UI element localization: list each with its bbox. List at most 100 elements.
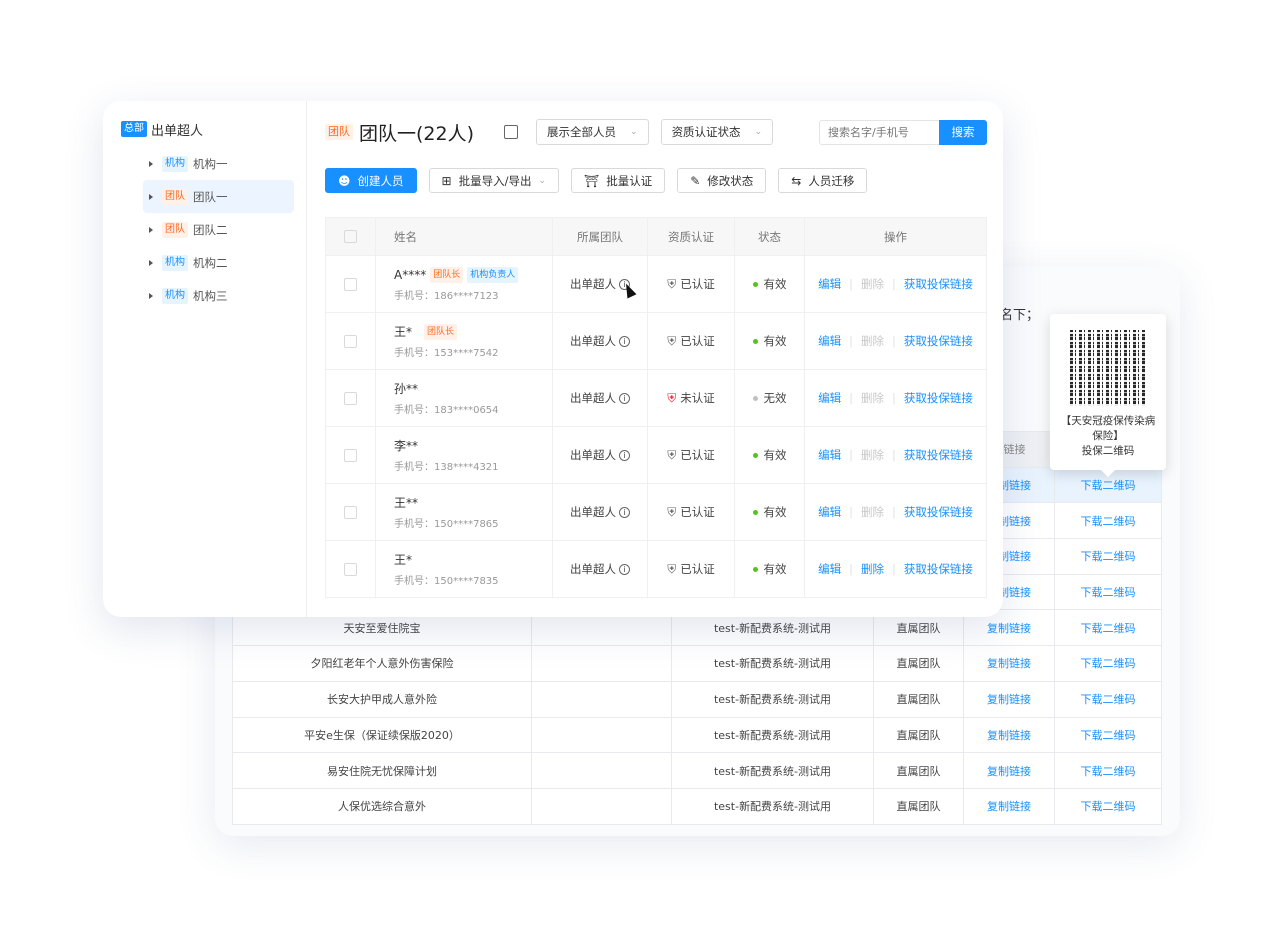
edit-icon[interactable] [504, 125, 519, 139]
table-row: 王* 手机号：150****7835 出单超人 i ⛨ 已认证 有效 编辑 | 删除 | 获取… [325, 540, 987, 598]
download-qr-link[interactable]: 下载二维码 [1054, 752, 1162, 789]
node-type-tag: 机构 [162, 287, 188, 304]
node-type-tag: 团队 [162, 188, 188, 205]
copy-link[interactable]: 复制链接 [963, 787, 1055, 825]
staff-filter-select[interactable]: 展示全部人员 ⌄ [536, 119, 649, 145]
delete-link[interactable]: 删除 [861, 334, 884, 348]
col-actions: 操作 [804, 217, 987, 256]
edit-link[interactable]: 编辑 [818, 448, 841, 462]
edit-link[interactable]: 编辑 [818, 334, 841, 348]
tree-item[interactable]: 机构 机构三 [143, 279, 294, 312]
row-checkbox[interactable] [344, 448, 357, 462]
tree-item-label: 团队二 [193, 222, 228, 237]
cert-status-select[interactable]: 资质认证状态 ⌄ [660, 119, 774, 145]
copy-link[interactable]: 复制链接 [963, 645, 1055, 682]
modify-status-label: 修改状态 [707, 173, 754, 188]
team: 直属团队 [873, 716, 964, 754]
get-link[interactable]: 获取投保链接 [904, 277, 973, 291]
edit-link[interactable]: 编辑 [818, 277, 841, 291]
tree-item-label: 机构三 [193, 288, 228, 303]
copy-link[interactable]: 复制链接 [963, 752, 1055, 789]
info-icon[interactable]: i [619, 336, 630, 347]
download-qr-link[interactable]: 下载二维码 [1054, 787, 1162, 825]
get-link[interactable]: 获取投保链接 [904, 448, 973, 462]
row-checkbox[interactable] [344, 277, 357, 291]
get-link[interactable]: 获取投保链接 [904, 334, 973, 348]
staff-filter-value: 展示全部人员 [547, 125, 617, 139]
edit-link[interactable]: 编辑 [818, 562, 841, 576]
info-icon[interactable]: i [619, 507, 630, 518]
batch-certify-button[interactable]: ⛩ 批量认证 [571, 168, 666, 193]
migrate-staff-button[interactable]: ⇆ 人员迁移 [778, 168, 868, 193]
product-name: 人保优选综合意外 [232, 787, 532, 825]
team: 直属团队 [873, 787, 964, 825]
channel: test-新配费系统-测试用 [671, 752, 874, 789]
row-checkbox[interactable] [344, 562, 357, 576]
search-input[interactable] [819, 119, 939, 145]
tree-item[interactable]: 机构 机构二 [143, 246, 294, 279]
create-staff-button[interactable]: ☻ 创建人员 [325, 168, 417, 193]
staff-phone: 手机号：153****7542 [394, 348, 499, 359]
delete-link[interactable]: 删除 [861, 562, 884, 576]
status-text: 有效 [763, 334, 787, 348]
row-checkbox[interactable] [344, 334, 357, 348]
staff-name: 李** [394, 439, 419, 453]
caret-right-icon [149, 292, 153, 299]
staff-phone: 手机号：186****7123 [394, 290, 499, 302]
team-name: 出单超人 [570, 277, 616, 291]
node-type-tag: 机构 [162, 155, 188, 172]
cert-status: 已认证 [680, 505, 715, 519]
delete-link[interactable]: 删除 [861, 391, 884, 405]
row-checkbox[interactable] [344, 391, 357, 405]
download-qr-link[interactable]: 下载二维码 [1054, 573, 1162, 611]
cert-status: 未认证 [680, 391, 715, 405]
edit-link[interactable]: 编辑 [818, 505, 841, 519]
node-type-tag: 机构 [162, 254, 188, 271]
tree-item[interactable]: 机构 机构一 [143, 147, 294, 180]
shield-check-icon: ⛨ [667, 505, 677, 519]
copy-link[interactable]: 复制链接 [963, 680, 1055, 718]
download-qr-link[interactable]: 下载二维码 [1054, 716, 1162, 754]
download-qr-link[interactable]: 下载二维码 [1054, 645, 1162, 682]
download-qr-link[interactable]: 下载二维码 [1054, 680, 1162, 718]
info-icon[interactable]: i [619, 564, 630, 575]
tree-root[interactable]: 总部 出单超人 [103, 119, 306, 139]
info-icon[interactable]: i [619, 393, 630, 404]
download-qr-link[interactable]: 下载二维码 [1054, 609, 1162, 647]
col-team: 所属团队 [552, 217, 648, 256]
status-text: 有效 [763, 562, 787, 576]
team-name: 出单超人 [570, 448, 616, 462]
delete-link[interactable]: 删除 [861, 448, 884, 462]
select-all-checkbox[interactable] [344, 230, 357, 243]
get-link[interactable]: 获取投保链接 [904, 562, 973, 576]
import-export-button[interactable]: ⊞ 批量导入/导出 ⌄ [428, 168, 559, 193]
modify-status-button[interactable]: ✎ 修改状态 [677, 168, 767, 193]
delete-link[interactable]: 删除 [861, 277, 884, 291]
copy-link[interactable]: 复制链接 [963, 716, 1055, 754]
tree-item[interactable]: 团队 团队二 [143, 213, 294, 246]
team: 直属团队 [873, 752, 964, 789]
team: 直属团队 [873, 680, 964, 718]
download-qr-link[interactable]: 下载二维码 [1054, 538, 1162, 575]
cert-status-value: 资质认证状态 [671, 125, 741, 139]
delete-link[interactable]: 删除 [861, 505, 884, 519]
download-qr-link[interactable]: 下载二维码 [1054, 502, 1162, 540]
get-link[interactable]: 获取投保链接 [904, 391, 973, 405]
edit-link[interactable]: 编辑 [818, 391, 841, 405]
team: 直属团队 [873, 645, 964, 682]
chevron-down-icon: ⌄ [630, 127, 638, 137]
tooltip-subtitle: 投保二维码 [1081, 445, 1135, 457]
role-tag: 团队长 [430, 266, 464, 283]
tree-item-label: 团队一 [193, 189, 228, 204]
get-link[interactable]: 获取投保链接 [904, 505, 973, 519]
status-dot [752, 396, 758, 401]
row-checkbox[interactable] [344, 505, 357, 519]
product-name: 易安住院无忧保障计划 [232, 752, 532, 789]
info-icon[interactable]: i [619, 450, 630, 461]
staff-phone: 手机号：150****7865 [394, 519, 499, 530]
tooltip-title: 【天安冠疫保传染病保险】 [1060, 415, 1156, 442]
tree-item[interactable]: 团队 团队一 [143, 180, 294, 213]
page-title: 团队一(22人) [359, 122, 475, 145]
product-name: 长安大护甲成人意外险 [232, 680, 532, 718]
search-button[interactable]: 搜索 [939, 119, 987, 145]
